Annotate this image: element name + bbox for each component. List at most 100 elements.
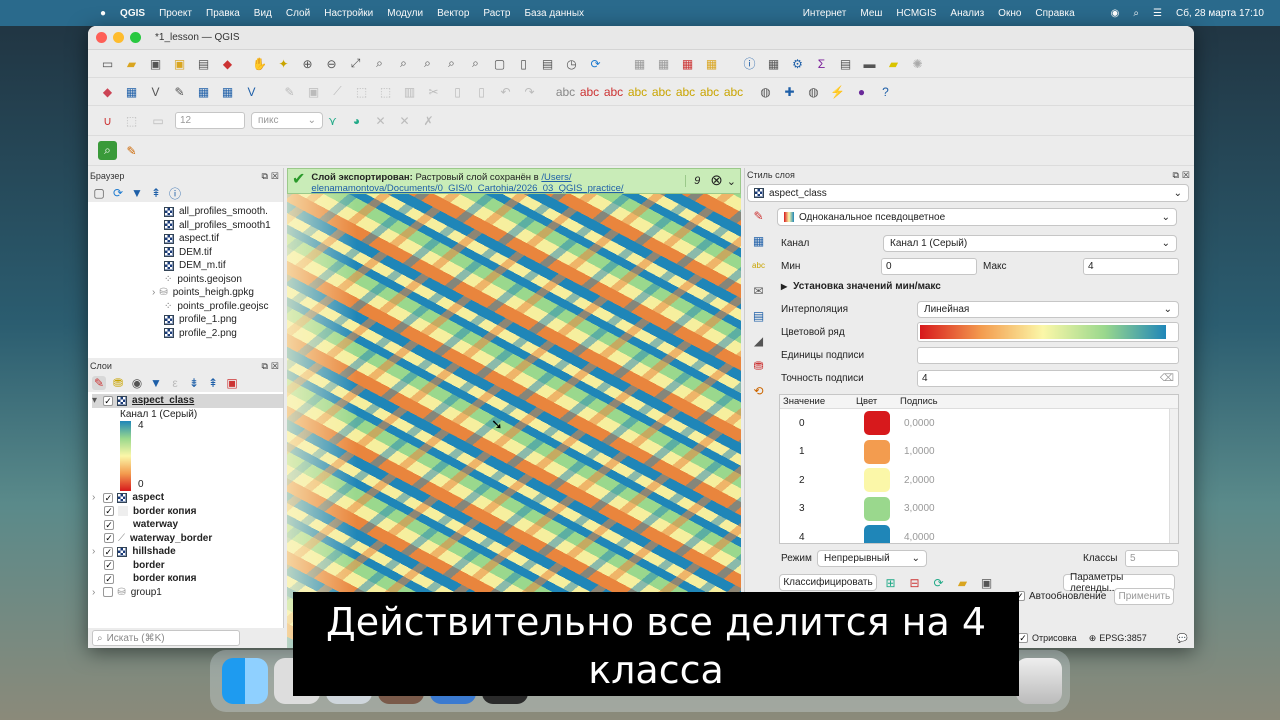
message-path[interactable]: elenamamontova/Documents/0_GIS/0_Cartohi… xyxy=(311,183,623,193)
col-color-header[interactable]: Цвет xyxy=(856,396,900,407)
attribute-table-icon[interactable]: ▦ xyxy=(764,54,783,73)
zoom-last-icon[interactable]: ⌕ xyxy=(442,54,461,73)
class-row[interactable]: 3 3,0000 xyxy=(780,495,1178,524)
layer-item-active[interactable]: ▾ ✓ aspect_class xyxy=(92,394,283,408)
precision-input[interactable]: 4 ⌫ xyxy=(917,370,1179,387)
color-ramp-button[interactable] xyxy=(917,322,1179,342)
save-as-icon[interactable]: ▣ xyxy=(170,54,189,73)
class-color-swatch[interactable] xyxy=(864,468,890,493)
bookmark-icon[interactable]: ▯ xyxy=(514,54,533,73)
label-hide-icon[interactable]: abc xyxy=(700,82,719,101)
minmax-section-toggle[interactable]: ▶ Установка значений мин/макс xyxy=(781,281,941,292)
class-row[interactable]: 0 0,0000 xyxy=(780,409,1178,438)
layer-checkbox[interactable]: ✓ xyxy=(104,533,114,544)
style-layer-select[interactable]: aspect_class ⌄ xyxy=(747,184,1189,202)
message-link[interactable]: /Users/ xyxy=(541,172,571,183)
layer-group[interactable]: › ⛁ group1 xyxy=(92,586,283,600)
render-checkbox[interactable]: ✓ xyxy=(1018,633,1028,643)
class-color-swatch[interactable] xyxy=(864,496,890,521)
menu-item[interactable]: Растр xyxy=(483,8,510,19)
layer-item[interactable]: › ✓ aspect xyxy=(92,491,283,505)
layer-item[interactable]: ✓ border копия xyxy=(92,505,283,519)
label-units-input[interactable] xyxy=(917,347,1179,364)
expand-arrow-icon[interactable]: ▾ xyxy=(92,395,97,406)
menu-item[interactable]: Окно xyxy=(998,8,1021,19)
browser-item[interactable]: profile_1.png xyxy=(164,313,283,327)
remove-layer-icon[interactable]: ▣ xyxy=(225,376,239,390)
menu-item[interactable]: Интернет xyxy=(803,8,847,19)
label-move-icon[interactable]: abc xyxy=(604,82,623,101)
move-feature-icon[interactable]: ⬚ xyxy=(376,82,395,101)
print-layout-icon[interactable]: ▤ xyxy=(194,54,213,73)
add-delimited-icon[interactable]: V xyxy=(146,82,165,101)
refresh-icon[interactable]: ⟳ xyxy=(586,54,605,73)
col-value-header[interactable]: Значение xyxy=(780,396,856,407)
add-group-icon[interactable]: ⛃ xyxy=(111,376,125,390)
minimize-window-button[interactable] xyxy=(113,32,124,43)
toggle-edit-icon[interactable]: ✎ xyxy=(280,82,299,101)
class-row[interactable]: 2 2,0000 xyxy=(780,466,1178,495)
collapse-all-icon[interactable]: ⇞ xyxy=(206,376,220,390)
label-tool-icon[interactable]: abc xyxy=(556,82,575,101)
rendering-tab-icon[interactable]: ▤ xyxy=(749,306,768,325)
class-color-swatch[interactable] xyxy=(864,525,890,543)
table-scrollbar[interactable] xyxy=(1169,409,1178,543)
snapping-type-icon[interactable]: ⬚ xyxy=(122,111,141,130)
close-panel-icon[interactable]: ☒ xyxy=(271,361,279,372)
menu-item[interactable]: Настройки xyxy=(324,8,373,19)
undo-icon[interactable]: ↶ xyxy=(496,82,515,101)
record-icon[interactable]: ◉ xyxy=(1111,8,1120,19)
menu-item[interactable]: Вектор xyxy=(437,8,469,19)
classify-button[interactable]: Классифицировать xyxy=(779,574,877,591)
add-vector-icon[interactable]: ▦ xyxy=(122,82,141,101)
add-class-icon[interactable]: ⊞ xyxy=(881,573,900,592)
expand-all-icon[interactable]: ⇟ xyxy=(187,376,201,390)
zoom-selection-icon[interactable]: ⌕ xyxy=(370,54,389,73)
close-window-button[interactable] xyxy=(96,32,107,43)
layer-checkbox[interactable]: ✓ xyxy=(103,492,114,503)
menu-app-name[interactable]: QGIS xyxy=(120,8,145,19)
max-input[interactable]: 4 xyxy=(1083,258,1179,275)
python-icon[interactable]: ✚ xyxy=(780,82,799,101)
layer-item[interactable]: ✓ ⟋ waterway_border xyxy=(92,532,283,546)
min-input[interactable]: 0 xyxy=(881,258,977,275)
manage-themes-icon[interactable]: ◉ xyxy=(130,376,144,390)
remove-class-icon[interactable]: ⊟ xyxy=(905,573,924,592)
browser-item[interactable]: profile_2.png xyxy=(164,327,283,341)
locator-search-input[interactable]: ⌕ Искать (⌘K) xyxy=(92,630,240,646)
close-panel-icon[interactable]: ☒ xyxy=(1182,170,1190,181)
layer-checkbox[interactable]: ✓ xyxy=(104,519,114,530)
zoom-in-icon[interactable]: ⊕ xyxy=(298,54,317,73)
save-project-icon[interactable]: ▣ xyxy=(146,54,165,73)
avoid-overlap-icon[interactable]: ◕ xyxy=(347,111,366,130)
expand-arrow-icon[interactable]: › xyxy=(92,492,95,503)
mode-select[interactable]: Непрерывный ⌄ xyxy=(817,550,927,567)
menu-item[interactable]: База данных xyxy=(524,8,584,19)
close-panel-icon[interactable]: ☒ xyxy=(271,171,279,182)
menu-item[interactable]: Справка xyxy=(1035,8,1074,19)
filter-icon[interactable]: ▼ xyxy=(130,186,144,200)
apple-icon[interactable]: ● xyxy=(100,8,106,19)
load-colormap-icon[interactable]: ▰ xyxy=(953,573,972,592)
tips-icon[interactable]: ✺ xyxy=(908,54,927,73)
annotation-icon[interactable]: ▰ xyxy=(884,54,903,73)
copy-icon[interactable]: ▯ xyxy=(448,82,467,101)
browser-item[interactable]: ⁘ points.geojson xyxy=(164,273,283,287)
new-map-view-icon[interactable]: ▢ xyxy=(490,54,509,73)
close-message-icon[interactable]: ⊗ xyxy=(710,172,723,190)
layer-checkbox[interactable]: ✓ xyxy=(103,546,114,557)
plugin-circle-icon[interactable]: ● xyxy=(852,82,871,101)
layer-checkbox[interactable] xyxy=(103,587,114,598)
labels-tab-icon[interactable]: abc xyxy=(749,256,768,275)
measure-icon[interactable]: ▬ xyxy=(860,54,879,73)
export-colormap-icon[interactable]: ▣ xyxy=(977,573,996,592)
class-color-swatch[interactable] xyxy=(864,439,890,464)
browser-item[interactable]: all_profiles_smooth1 xyxy=(164,219,283,233)
layer-item[interactable]: › ✓ hillshade xyxy=(92,545,283,559)
reverse-colors-icon[interactable]: ⟳ xyxy=(929,573,948,592)
browser-item[interactable]: › ⛁ points_heigh.gpkg xyxy=(152,286,283,300)
expand-arrow-icon[interactable]: › xyxy=(92,587,95,598)
refresh-icon[interactable]: ⟳ xyxy=(111,186,125,200)
filter-legend-icon[interactable]: ▼ xyxy=(149,376,163,390)
crs-icon[interactable]: ⊕ xyxy=(1089,633,1097,644)
